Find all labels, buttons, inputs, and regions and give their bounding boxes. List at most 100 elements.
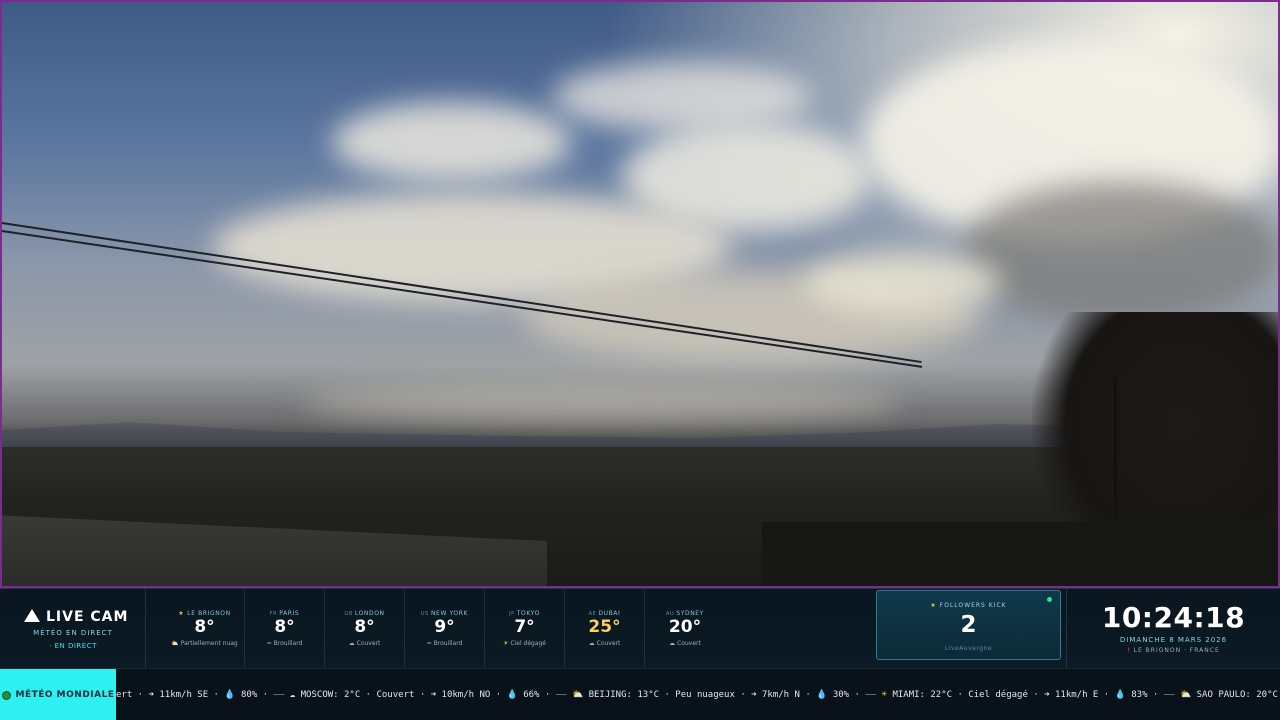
ticker-badge-text: MÉTÉO MONDIALE <box>15 690 115 700</box>
cloud-icon: ☁ <box>289 690 301 700</box>
city-temperature: 9° <box>434 617 455 637</box>
cloud <box>962 182 1278 322</box>
city-temperature: 8° <box>354 617 375 637</box>
live-triangle-icon <box>24 609 40 622</box>
city-condition-text: Partiellement nuag <box>180 640 238 647</box>
city-condition-text: Brouillard <box>433 640 463 647</box>
followers-card: ★ FOLLOWERS KICK 2 LiveAuvergne <box>876 590 1061 660</box>
city-name: GB LONDON <box>325 610 404 617</box>
clock-time: 10:24:18 <box>1101 601 1246 634</box>
clock-location: ! LE BRIGNON · FRANCE <box>1067 647 1280 654</box>
followers-label-text: FOLLOWERS KICK <box>939 602 1007 609</box>
city-temperature: 25° <box>588 617 621 637</box>
hedge <box>762 522 1278 586</box>
city-weather-card: AE DUBAI 25° ☁ Couvert <box>565 589 645 669</box>
location-pin-icon: ! <box>1127 647 1131 654</box>
city-condition: ≈ Brouillard <box>245 640 324 647</box>
ticker-wind: 11km/h SE · <box>159 690 225 700</box>
clock-date: DIMANCHE 8 MARS 2026 <box>1119 636 1228 644</box>
ticker-city: SAO PAULO: 20°C · Partielle <box>1196 690 1278 700</box>
cloud <box>552 62 812 132</box>
live-cam-block: LIVE CAM MÉTÉO EN DIRECT · EN DIRECT <box>0 589 146 669</box>
wind-arrow-icon: · ➜ <box>1027 690 1055 700</box>
wind-arrow-icon: · ➜ <box>734 690 762 700</box>
drop-icon: 💧 <box>506 690 524 700</box>
city-condition-text: Ciel dégagé <box>510 640 546 647</box>
city-name: AE DUBAI <box>565 610 644 617</box>
ticker-city: MIAMI: 22°C · Ciel dégagé <box>892 690 1028 700</box>
city-name: FR PARIS <box>245 610 324 617</box>
drop-icon: 💧 <box>816 690 833 700</box>
ticker-wind: 10km/h NO · <box>441 690 507 700</box>
fog-icon: ≈ <box>266 640 272 647</box>
globe-icon <box>1 690 11 700</box>
city-name: AU SYDNEY <box>645 610 725 617</box>
city-condition-text: Brouillard <box>273 640 303 647</box>
city-weather-card: FR PARIS 8° ≈ Brouillard <box>245 589 325 669</box>
city-condition-text: Couvert <box>677 640 701 647</box>
wind-arrow-icon: · ➜ <box>414 690 442 700</box>
clock-block: 10:24:18 DIMANCHE 8 MARS 2026 ! LE BRIGNO… <box>1066 589 1280 669</box>
city-condition: ☁ Couvert <box>645 640 725 647</box>
sun-icon: ☀ <box>503 640 509 647</box>
drop-icon: 💧 <box>1114 690 1132 700</box>
cloud <box>802 252 1002 312</box>
ticker-humidity: 80% · <box>241 690 274 700</box>
ticker-separator: —— <box>1163 690 1181 700</box>
ticker-wind: 7km/h N · <box>762 690 817 700</box>
followers-label: ★ FOLLOWERS KICK <box>877 602 1060 609</box>
ticker-text: ert · <box>116 690 149 700</box>
ticker-city: MOSCOW: 2°C · Couvert <box>300 690 415 700</box>
ticker-city: BEIJING: 13°C · Peu nuageux <box>588 690 735 700</box>
star-icon: ★ <box>178 610 185 617</box>
city-name: ★ LE BRIGNON <box>165 610 244 617</box>
cloud <box>332 102 572 182</box>
ticker-track: ert · ➜ 11km/h SE · 💧 80% · —— ☁ MOSCOW:… <box>116 669 1280 720</box>
city-condition-text: Couvert <box>596 640 621 647</box>
sun-icon: ☀ <box>881 690 893 700</box>
live-status: · EN DIRECT <box>49 642 97 650</box>
ticker-separator: —— <box>555 690 572 700</box>
city-temperature: 8° <box>274 617 295 637</box>
partly-cloudy-icon: ⛅ <box>1180 690 1197 700</box>
ticker-wind: 11km/h E · <box>1055 690 1115 700</box>
ticker-humidity: 66% · <box>523 690 556 700</box>
city-name: JP TOKYO <box>485 610 564 617</box>
city-condition-text: Couvert <box>356 640 381 647</box>
live-subtitle: MÉTÉO EN DIRECT <box>33 629 113 637</box>
city-temperature: 7° <box>514 617 535 637</box>
city-name-text: NEW YORK <box>430 610 469 617</box>
partly-cloudy-icon: ⛅ <box>171 640 179 647</box>
city-condition: ☁ Couvert <box>565 640 644 647</box>
star-icon: ★ <box>930 602 937 609</box>
weather-ticker: MÉTÉO MONDIALE ert · ➜ 11km/h SE · 💧 80%… <box>0 668 1280 720</box>
drop-icon: 💧 <box>224 690 242 700</box>
ticker-separator: —— <box>273 690 290 700</box>
ticker-humidity: 30% · <box>832 690 866 700</box>
city-condition: ☀ Ciel dégagé <box>485 640 564 647</box>
city-condition: ⛅ Partiellement nuag <box>165 640 244 647</box>
ticker-badge: MÉTÉO MONDIALE <box>0 669 116 720</box>
city-name-text: DUBAI <box>598 610 621 617</box>
city-condition: ≈ Brouillard <box>405 640 484 647</box>
fog-icon: ≈ <box>426 640 432 647</box>
city-weather-card: ★ LE BRIGNON 8° ⛅ Partiellement nuag <box>165 589 245 669</box>
ticker-separator: —— <box>865 690 882 700</box>
channel-handle: LiveAuvergne <box>944 645 993 652</box>
wind-arrow-icon: ➜ <box>148 690 160 700</box>
city-condition: ☁ Couvert <box>325 640 404 647</box>
city-name-text: TOKYO <box>516 610 540 617</box>
followers-count: 2 <box>960 612 977 638</box>
cloud-icon: ☁ <box>348 640 355 647</box>
city-name-text: SYDNEY <box>676 610 704 617</box>
city-temperature: 20° <box>668 617 702 637</box>
city-weather-card: AU SYDNEY 20° ☁ Couvert <box>645 589 725 669</box>
webcam-view <box>0 0 1280 588</box>
city-weather-card: JP TOKYO 7° ☀ Ciel dégagé <box>485 589 565 669</box>
clock-location-text: LE BRIGNON · FRANCE <box>1133 647 1220 654</box>
city-name-text: LE BRIGNON <box>187 610 231 617</box>
city-name-text: PARIS <box>279 610 300 617</box>
live-cam-title: LIVE CAM <box>24 609 128 625</box>
partly-cloudy-icon: ⛅ <box>571 690 589 700</box>
city-weather-card: GB LONDON 8° ☁ Couvert <box>325 589 405 669</box>
